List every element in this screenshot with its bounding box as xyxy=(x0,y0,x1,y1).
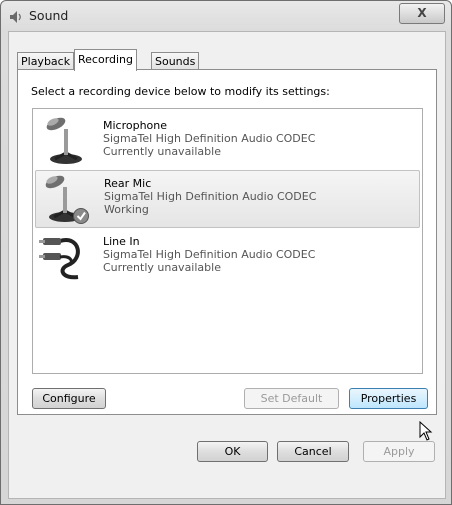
sound-dialog: Sound X Playback Recording Sounds Select… xyxy=(0,0,452,505)
window-title: Sound xyxy=(29,8,69,23)
device-status: Working xyxy=(104,203,149,216)
tab-recording[interactable]: Recording xyxy=(74,49,138,71)
apply-button[interactable]: Apply xyxy=(363,441,435,462)
device-status: Currently unavailable xyxy=(103,145,221,158)
microphone-icon xyxy=(46,117,82,164)
set-default-button[interactable]: Set Default xyxy=(244,388,339,409)
cancel-button[interactable]: Cancel xyxy=(277,441,349,462)
device-item-rear-mic[interactable]: Rear Mic SigmaTel High Definition Audio … xyxy=(35,170,420,228)
device-name: Line In xyxy=(103,235,140,248)
ok-button[interactable]: OK xyxy=(197,441,268,462)
tab-sounds[interactable]: Sounds xyxy=(151,52,200,70)
device-driver: SigmaTel High Definition Audio CODEC xyxy=(104,190,317,203)
mouse-cursor-icon xyxy=(419,421,433,441)
device-item-microphone[interactable]: Microphone SigmaTel High Definition Audi… xyxy=(35,113,418,169)
device-driver: SigmaTel High Definition Audio CODEC xyxy=(103,132,316,145)
tab-playback[interactable]: Playback xyxy=(17,52,75,70)
device-name: Microphone xyxy=(103,119,168,132)
device-list: Microphone SigmaTel High Definition Audi… xyxy=(32,108,423,374)
close-button[interactable]: X xyxy=(399,3,445,24)
device-driver: SigmaTel High Definition Audio CODEC xyxy=(103,248,316,261)
audio-cable-icon xyxy=(39,238,80,280)
properties-button[interactable]: Properties xyxy=(349,388,428,409)
recording-panel: Select a recording device below to modif… xyxy=(17,69,437,415)
device-item-line-in[interactable]: Line In SigmaTel High Definition Audio C… xyxy=(35,229,418,285)
instruction-text: Select a recording device below to modif… xyxy=(31,85,330,98)
default-check-icon xyxy=(73,208,89,224)
title-bar[interactable]: Sound X xyxy=(1,1,451,31)
microphone-icon xyxy=(45,175,89,224)
configure-button[interactable]: Configure xyxy=(32,388,106,409)
speaker-icon xyxy=(10,11,21,23)
dialog-client: Playback Recording Sounds Select a recor… xyxy=(8,31,446,499)
device-name: Rear Mic xyxy=(104,177,152,190)
device-status: Currently unavailable xyxy=(103,261,221,274)
